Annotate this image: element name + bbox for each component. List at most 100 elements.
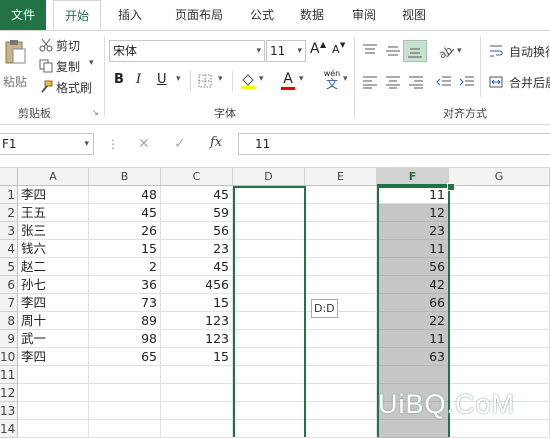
format-painter-button[interactable]: 格式刷 (37, 78, 101, 96)
font-name-select[interactable]: 宋体 ▾ (109, 40, 265, 62)
text-orientation-icon[interactable]: ab (437, 43, 455, 59)
cell-c14[interactable] (161, 420, 233, 438)
cell-d8[interactable] (233, 312, 305, 330)
tab-insert[interactable]: 插入 (108, 0, 152, 30)
chevron-down-icon[interactable]: ▾ (299, 74, 304, 84)
column-header-a[interactable]: A (18, 168, 89, 186)
row-header[interactable]: 2 (0, 204, 18, 222)
cell-b7[interactable]: 73 (89, 294, 161, 312)
cell-g14[interactable] (449, 420, 550, 438)
row-header[interactable]: 12 (0, 384, 18, 402)
tab-formulas[interactable]: 公式 (240, 0, 284, 30)
increase-indent-icon[interactable] (459, 75, 475, 89)
row-header[interactable]: 9 (0, 330, 18, 348)
font-color-button[interactable]: A (281, 71, 295, 91)
font-size-select[interactable]: 11 ▾ (266, 40, 306, 62)
cell-f11[interactable] (377, 366, 449, 384)
cell-e10[interactable] (305, 348, 377, 366)
cell-f3[interactable]: 23 (377, 222, 449, 240)
phonetic-guide-button[interactable]: wén 文 (318, 69, 346, 93)
cell-d14[interactable] (233, 420, 305, 438)
cell-g9[interactable] (449, 330, 550, 348)
merge-center-button[interactable]: 合并后居 (487, 73, 550, 91)
cell-e12[interactable] (305, 384, 377, 402)
increase-font-size-button[interactable]: A ▲ (310, 40, 328, 61)
select-all-corner[interactable] (0, 168, 18, 186)
align-left-icon[interactable] (362, 75, 378, 89)
cell-c1[interactable]: 45 (161, 186, 233, 204)
cell-a7[interactable]: 李四 (18, 294, 89, 312)
cell-a13[interactable] (18, 402, 89, 420)
wrap-text-button[interactable]: 自动换行 (487, 42, 550, 60)
cell-f6[interactable]: 42 (377, 276, 449, 294)
cell-c2[interactable]: 59 (161, 204, 233, 222)
row-header[interactable]: 5 (0, 258, 18, 276)
cell-d12[interactable] (233, 384, 305, 402)
fill-handle[interactable] (447, 183, 455, 191)
cell-g2[interactable] (449, 204, 550, 222)
row-header[interactable]: 8 (0, 312, 18, 330)
row-header[interactable]: 4 (0, 240, 18, 258)
chevron-down-icon[interactable]: ▾ (259, 74, 264, 84)
row-header[interactable]: 10 (0, 348, 18, 366)
tab-page-layout[interactable]: 页面布局 (160, 0, 238, 30)
name-box[interactable]: F1 ▾ (0, 133, 94, 155)
cell-b12[interactable] (89, 384, 161, 402)
cell-d6[interactable] (233, 276, 305, 294)
cell-a2[interactable]: 王五 (18, 204, 89, 222)
enter-icon[interactable]: ✓ (174, 136, 186, 152)
tab-review[interactable]: 审阅 (342, 0, 386, 30)
cell-a12[interactable] (18, 384, 89, 402)
cell-d11[interactable] (233, 366, 305, 384)
cell-g7[interactable] (449, 294, 550, 312)
cell-f10[interactable]: 63 (377, 348, 449, 366)
row-header[interactable]: 13 (0, 402, 18, 420)
cell-d2[interactable] (233, 204, 305, 222)
cell-c7[interactable]: 15 (161, 294, 233, 312)
cell-b13[interactable] (89, 402, 161, 420)
borders-icon[interactable] (198, 74, 212, 88)
cell-b6[interactable]: 36 (89, 276, 161, 294)
bold-button[interactable]: B (114, 72, 128, 90)
paste-button[interactable]: 粘贴 (0, 37, 30, 97)
row-header[interactable]: 11 (0, 366, 18, 384)
cell-a3[interactable]: 张三 (18, 222, 89, 240)
cell-b5[interactable]: 2 (89, 258, 161, 276)
cell-f1[interactable]: 11 (377, 186, 449, 204)
cell-a9[interactable]: 武一 (18, 330, 89, 348)
cell-b4[interactable]: 15 (89, 240, 161, 258)
decrease-indent-icon[interactable] (436, 75, 452, 89)
row-header[interactable]: 6 (0, 276, 18, 294)
column-header-c[interactable]: C (161, 168, 233, 186)
cell-c13[interactable] (161, 402, 233, 420)
cell-e13[interactable] (305, 402, 377, 420)
cell-c6[interactable]: 456 (161, 276, 233, 294)
row-header[interactable]: 3 (0, 222, 18, 240)
cell-g4[interactable] (449, 240, 550, 258)
chevron-down-icon[interactable]: ▾ (176, 74, 181, 84)
cell-a5[interactable]: 赵二 (18, 258, 89, 276)
copy-button[interactable]: 复制 ▾ (37, 57, 103, 75)
fill-color-icon[interactable] (240, 72, 256, 90)
cell-f2[interactable]: 12 (377, 204, 449, 222)
cell-c9[interactable]: 123 (161, 330, 233, 348)
cell-c4[interactable]: 23 (161, 240, 233, 258)
align-right-icon[interactable] (408, 75, 424, 89)
cell-b11[interactable] (89, 366, 161, 384)
row-header[interactable]: 1 (0, 186, 18, 204)
align-bottom-button[interactable] (403, 40, 427, 62)
cell-e1[interactable] (305, 186, 377, 204)
cell-e14[interactable] (305, 420, 377, 438)
cell-g6[interactable] (449, 276, 550, 294)
tab-view[interactable]: 视图 (392, 0, 436, 30)
cell-g8[interactable] (449, 312, 550, 330)
cell-b3[interactable]: 26 (89, 222, 161, 240)
cell-a14[interactable] (18, 420, 89, 438)
underline-button[interactable]: U (157, 72, 171, 90)
chevron-down-icon[interactable]: ▾ (89, 58, 94, 68)
row-header[interactable]: 14 (0, 420, 18, 438)
cell-a1[interactable]: 李四 (18, 186, 89, 204)
formula-input[interactable]: 11 (238, 133, 550, 155)
cell-d9[interactable] (233, 330, 305, 348)
cell-e11[interactable] (305, 366, 377, 384)
